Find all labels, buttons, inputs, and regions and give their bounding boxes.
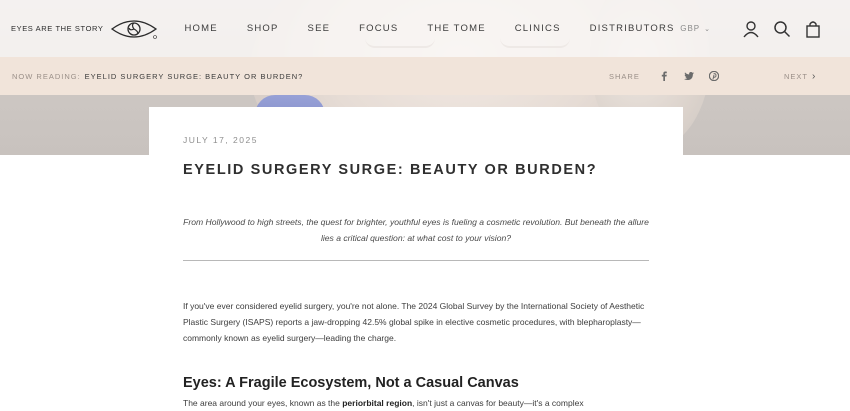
paragraph-2-bold: periorbital region (342, 398, 413, 408)
nav-focus[interactable]: FOCUS (359, 23, 398, 34)
header-utilities: GBP ⌄ (680, 0, 824, 57)
account-button[interactable] (740, 18, 762, 40)
pinterest-icon (709, 71, 719, 81)
now-reading-label: NOW READING: (12, 71, 81, 81)
nav-see[interactable]: SEE (308, 23, 331, 34)
nav-clinics[interactable]: CLINICS (515, 23, 561, 34)
article-date: JULY 17, 2025 (183, 135, 258, 145)
twitter-icon (684, 72, 694, 80)
currency-value: GBP (680, 24, 701, 33)
brand[interactable]: EYES ARE THE STORY (11, 17, 158, 41)
twitter-share-button[interactable] (683, 70, 695, 82)
nav-distributors[interactable]: DISTRIBUTORS (590, 23, 675, 34)
paragraph-2-text: The area around your eyes, known as the (183, 398, 343, 408)
article-card: JULY 17, 2025 EYELID SURGERY SURGE: BEAU… (149, 107, 683, 411)
nav-shop[interactable]: SHOP (247, 23, 279, 34)
search-icon (774, 20, 791, 37)
divider (183, 260, 649, 261)
share-label: SHARE (609, 71, 640, 81)
eye-logo-icon[interactable] (110, 17, 158, 41)
next-label: NEXT (784, 71, 809, 81)
site-header: EYES ARE THE STORY HOME SHOP SEE FOCUS T… (0, 0, 850, 57)
main-nav: HOME SHOP SEE FOCUS THE TOME CLINICS DIS… (185, 23, 704, 34)
article-title: EYELID SURGERY SURGE: BEAUTY OR BURDEN? (183, 162, 598, 178)
facebook-icon (661, 71, 667, 81)
cart-button[interactable] (802, 18, 824, 40)
article-intro: From Hollywood to high streets, the ques… (183, 217, 649, 243)
section-heading: Eyes: A Fragile Ecosystem, Not a Casual … (183, 375, 519, 391)
nav-home[interactable]: HOME (185, 23, 218, 34)
now-reading-title: EYELID SURGERY SURGE: BEAUTY OR BURDEN? (84, 71, 304, 81)
account-icon (743, 20, 759, 37)
facebook-share-button[interactable] (658, 70, 670, 82)
paragraph-2-text-end: , isn't just a canvas for beauty—it's a … (412, 398, 584, 408)
brand-name[interactable]: EYES ARE THE STORY (11, 24, 104, 33)
article-paragraph: If you've ever considered eyelid surgery… (183, 301, 645, 343)
currency-selector[interactable]: GBP ⌄ (680, 24, 711, 33)
article-paragraph-2: The area around your eyes, known as the … (183, 395, 653, 411)
now-reading-bar: NOW READING: EYELID SURGERY SURGE: BEAUT… (0, 57, 850, 95)
search-button[interactable] (771, 18, 793, 40)
nav-the-tome[interactable]: THE TOME (427, 23, 485, 34)
pinterest-share-button[interactable] (708, 70, 720, 82)
bag-icon (806, 20, 820, 38)
social-share (658, 70, 733, 82)
chevron-right-icon: › (812, 70, 817, 82)
chevron-down-icon: ⌄ (704, 25, 711, 33)
next-article-link[interactable]: NEXT › (784, 71, 816, 82)
